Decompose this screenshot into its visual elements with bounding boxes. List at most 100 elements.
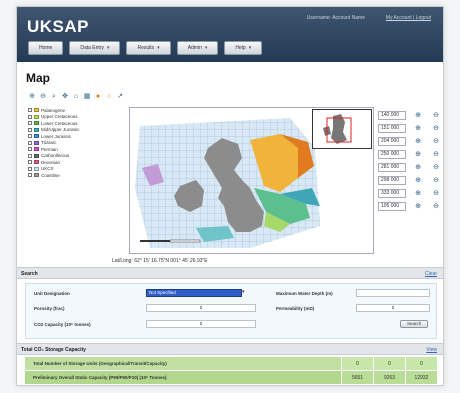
legend-label: Mid/Upper Jurassic xyxy=(41,127,80,132)
legend-swatch xyxy=(34,173,39,177)
zoom-in-icon[interactable]: ⊕ xyxy=(412,137,424,145)
capacity-row-units: Total Number of Storage Units (Geographi… xyxy=(25,357,437,371)
nav-home[interactable]: Home xyxy=(28,41,64,55)
legend-label: Carboniferous xyxy=(41,153,70,158)
zoom-out-icon[interactable]: ⊖ xyxy=(39,93,47,101)
capacity-row-static: Preliminary Overall Static Capacity (P90… xyxy=(25,371,437,385)
legend-swatch xyxy=(34,147,39,151)
legend-checkbox[interactable] xyxy=(28,166,32,171)
capacity-value: 0 xyxy=(341,357,373,370)
main-nav: Home Data Entry ▾ Results ▾ Admin ▾ Help ▾ xyxy=(28,41,263,55)
zoom-out-icon[interactable]: ⊖ xyxy=(430,150,442,158)
legend-checkbox[interactable] xyxy=(28,173,32,177)
zoom-in-icon[interactable]: ⊕ xyxy=(412,176,424,184)
zoom-in-icon[interactable]: ⊕ xyxy=(412,150,424,158)
scale-row: 250 000 ⊕ ⊖ xyxy=(378,148,442,160)
legend-item[interactable]: Permian xyxy=(28,146,80,152)
legend-item[interactable]: Carboniferous xyxy=(28,153,80,159)
legend-item[interactable]: UKCS xyxy=(28,166,80,172)
legend-checkbox[interactable] xyxy=(28,153,32,158)
zoom-in-icon[interactable]: ⊕ xyxy=(412,202,424,210)
capacity-view-link[interactable]: View xyxy=(426,347,437,353)
legend-label: Lower Jurassic xyxy=(41,133,72,139)
zoom-in-icon[interactable]: ⊕ xyxy=(412,189,424,197)
point-icon[interactable]: ● xyxy=(94,93,102,101)
nav-results[interactable]: Results ▾ xyxy=(126,41,171,55)
zoom-out-icon[interactable]: ⊖ xyxy=(430,189,442,197)
legend-item[interactable]: Lower Jurassic xyxy=(28,133,80,139)
legend-checkbox[interactable] xyxy=(28,134,32,138)
legend-item[interactable]: Mid/Upper Jurassic xyxy=(28,127,80,133)
full-extent-icon[interactable]: ⌂ xyxy=(72,93,80,101)
legend-checkbox[interactable] xyxy=(28,121,32,125)
scale-bar xyxy=(140,240,170,242)
co2-capacity-input[interactable]: 0 xyxy=(146,320,256,328)
legend-swatch xyxy=(34,114,39,119)
nav-label: Help xyxy=(235,45,246,51)
unit-designation-select[interactable]: Not Specified xyxy=(146,289,242,297)
map-canvas[interactable] xyxy=(129,107,374,254)
zoom-box-icon[interactable]: ⌕ xyxy=(50,93,58,101)
legend-item[interactable]: Lower Cretaceous xyxy=(28,120,80,126)
legend-swatch xyxy=(34,140,39,145)
pan-icon[interactable]: ✥ xyxy=(61,93,69,101)
scale-value: 281 000 xyxy=(378,162,406,172)
max-depth-label: Maximum Water Depth (m) xyxy=(276,291,333,296)
legend-swatch xyxy=(34,127,39,132)
legend-item[interactable]: Coastline xyxy=(28,172,80,178)
legend-item[interactable]: Devonian xyxy=(28,159,80,165)
zoom-in-icon[interactable]: ⊕ xyxy=(412,124,424,132)
zoom-out-icon[interactable]: ⊖ xyxy=(430,176,442,184)
select-icon[interactable]: ○ xyxy=(105,93,113,101)
legend-checkbox[interactable] xyxy=(28,147,32,151)
zoom-out-icon[interactable]: ⊖ xyxy=(430,137,442,145)
legend-item[interactable]: Palaeogene xyxy=(28,107,80,113)
zoom-out-icon[interactable]: ⊖ xyxy=(430,163,442,171)
search-clear-link[interactable]: Clear xyxy=(425,271,437,277)
porosity-input[interactable]: 0 xyxy=(146,304,256,312)
legend-label: Triassic xyxy=(41,140,57,145)
nav-help[interactable]: Help ▾ xyxy=(224,41,263,55)
legend-checkbox[interactable] xyxy=(28,127,32,132)
permeability-input[interactable]: 0 xyxy=(356,304,430,312)
capacity-row-label: Preliminary Overall Static Capacity (P90… xyxy=(25,371,341,384)
legend-checkbox[interactable] xyxy=(28,108,32,112)
legend-swatch xyxy=(34,134,39,138)
layer-icon[interactable]: ▦ xyxy=(83,93,91,101)
zoom-in-icon[interactable]: ⊕ xyxy=(28,93,36,101)
zoom-out-icon[interactable]: ⊖ xyxy=(430,111,442,119)
scale-list: 140 000 ⊕ ⊖ 151 000 ⊕ ⊖ 204 000 ⊕ ⊖ 250 000 ⊕ ⊖ 281 … xyxy=(378,109,442,213)
chevron-down-icon: ▾ xyxy=(106,45,110,51)
zoom-out-icon[interactable]: ⊖ xyxy=(430,202,442,210)
nav-data-entry[interactable]: Data Entry ▾ xyxy=(69,41,121,55)
unit-designation-label: Unit Designation xyxy=(34,291,70,296)
legend-checkbox[interactable] xyxy=(28,160,32,164)
legend-item[interactable]: Upper Cretaceous xyxy=(28,114,80,120)
chevron-down-icon[interactable]: ▾ xyxy=(242,289,245,295)
app-window: UKSAP Username: Account Name My Account … xyxy=(16,6,444,386)
legend-checkbox[interactable] xyxy=(28,114,32,119)
legend-item[interactable]: Triassic xyxy=(28,140,80,146)
scale-value: 298 000 xyxy=(378,175,406,185)
scale-row: 140 000 ⊕ ⊖ xyxy=(378,109,442,121)
user-info: Username: Account Name xyxy=(306,15,365,21)
capacity-value: 0 xyxy=(405,357,437,370)
search-section-header: Search Clear xyxy=(17,267,443,279)
scale-value: 204 000 xyxy=(378,136,406,146)
scale-row: 151 000 ⊕ ⊖ xyxy=(378,122,442,134)
search-button[interactable]: Search xyxy=(400,320,429,328)
zoom-out-icon[interactable]: ⊖ xyxy=(430,124,442,132)
overview-inset-map[interactable] xyxy=(312,109,372,149)
scale-value: 250 000 xyxy=(378,149,406,159)
logout-link[interactable]: My Account | Logout xyxy=(386,15,431,21)
scale-row: 333 000 ⊕ ⊖ xyxy=(378,187,442,199)
nav-admin[interactable]: Admin ▾ xyxy=(176,41,219,55)
max-depth-input[interactable] xyxy=(356,289,430,297)
map-toolbar: ⊕ ⊖ ⌕ ✥ ⌂ ▦ ● ○ ↗ xyxy=(28,93,124,101)
legend-swatch xyxy=(34,108,39,112)
zoom-in-icon[interactable]: ⊕ xyxy=(412,111,424,119)
legend-swatch xyxy=(34,153,39,158)
measure-icon[interactable]: ↗ xyxy=(116,93,124,101)
zoom-in-icon[interactable]: ⊕ xyxy=(412,163,424,171)
legend-checkbox[interactable] xyxy=(28,140,32,145)
